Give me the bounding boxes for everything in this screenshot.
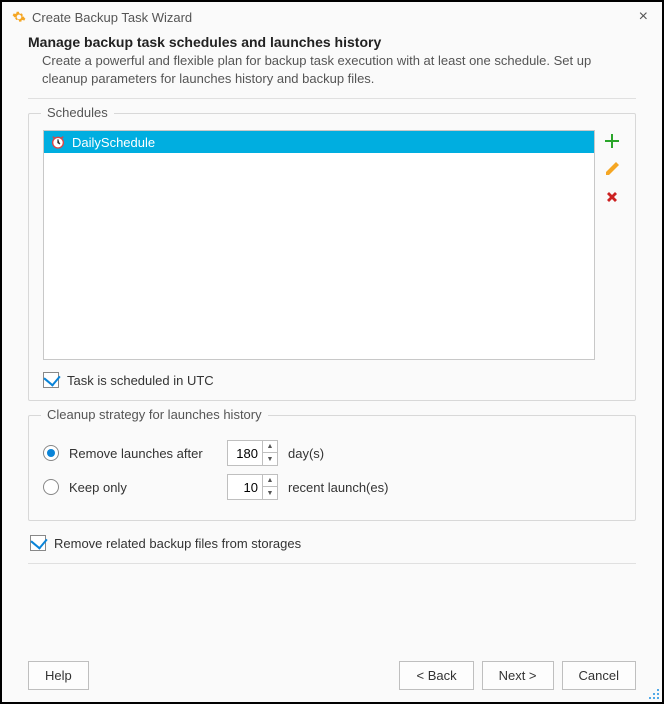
page-description: Create a powerful and flexible plan for … — [28, 52, 636, 88]
spinner-down-icon[interactable]: ▼ — [263, 487, 277, 499]
edit-schedule-button[interactable] — [603, 160, 621, 178]
cleanup-legend: Cleanup strategy for launches history — [41, 407, 268, 422]
wizard-window: Create Backup Task Wizard × Manage backu… — [0, 0, 664, 704]
alarm-clock-icon — [50, 134, 66, 150]
window-title: Create Backup Task Wizard — [32, 10, 192, 25]
remove-after-label: Remove launches after — [69, 446, 217, 461]
keep-only-unit: recent launch(es) — [288, 480, 388, 495]
remove-after-unit: day(s) — [288, 446, 324, 461]
divider — [28, 98, 636, 99]
spinner-down-icon[interactable]: ▼ — [263, 453, 277, 465]
remove-files-checkbox[interactable] — [30, 535, 46, 551]
add-schedule-button[interactable] — [603, 132, 621, 150]
cancel-button[interactable]: Cancel — [562, 661, 636, 690]
help-button[interactable]: Help — [28, 661, 89, 690]
content-area: Manage backup task schedules and launche… — [2, 32, 662, 661]
schedules-fieldset: Schedules DailySchedule — [28, 113, 636, 401]
schedule-item-label: DailySchedule — [72, 135, 155, 150]
cleanup-fieldset: Cleanup strategy for launches history Re… — [28, 415, 636, 521]
spinner-up-icon[interactable]: ▲ — [263, 441, 277, 453]
page-heading: Manage backup task schedules and launche… — [28, 34, 636, 50]
keep-only-radio[interactable] — [43, 479, 59, 495]
footer: Help < Back Next > Cancel — [2, 661, 662, 702]
divider — [28, 563, 636, 564]
close-button[interactable]: × — [635, 8, 652, 26]
schedules-listbox[interactable]: DailySchedule — [43, 130, 595, 360]
back-button[interactable]: < Back — [399, 661, 473, 690]
utc-checkbox[interactable] — [43, 372, 59, 388]
keep-only-label: Keep only — [69, 480, 217, 495]
utc-label: Task is scheduled in UTC — [67, 373, 214, 388]
remove-files-label: Remove related backup files from storage… — [54, 536, 301, 551]
schedule-item[interactable]: DailySchedule — [44, 131, 594, 153]
resize-grip-icon[interactable] — [648, 688, 660, 700]
spinner-up-icon[interactable]: ▲ — [263, 475, 277, 487]
remove-after-spinner[interactable]: ▲ ▼ — [227, 440, 278, 466]
remove-after-input[interactable] — [228, 441, 262, 465]
next-button[interactable]: Next > — [482, 661, 554, 690]
keep-only-spinner[interactable]: ▲ ▼ — [227, 474, 278, 500]
remove-after-radio[interactable] — [43, 445, 59, 461]
schedules-legend: Schedules — [41, 105, 114, 120]
titlebar: Create Backup Task Wizard × — [2, 2, 662, 32]
keep-only-input[interactable] — [228, 475, 262, 499]
delete-schedule-button[interactable] — [603, 188, 621, 206]
gear-icon — [12, 10, 26, 24]
